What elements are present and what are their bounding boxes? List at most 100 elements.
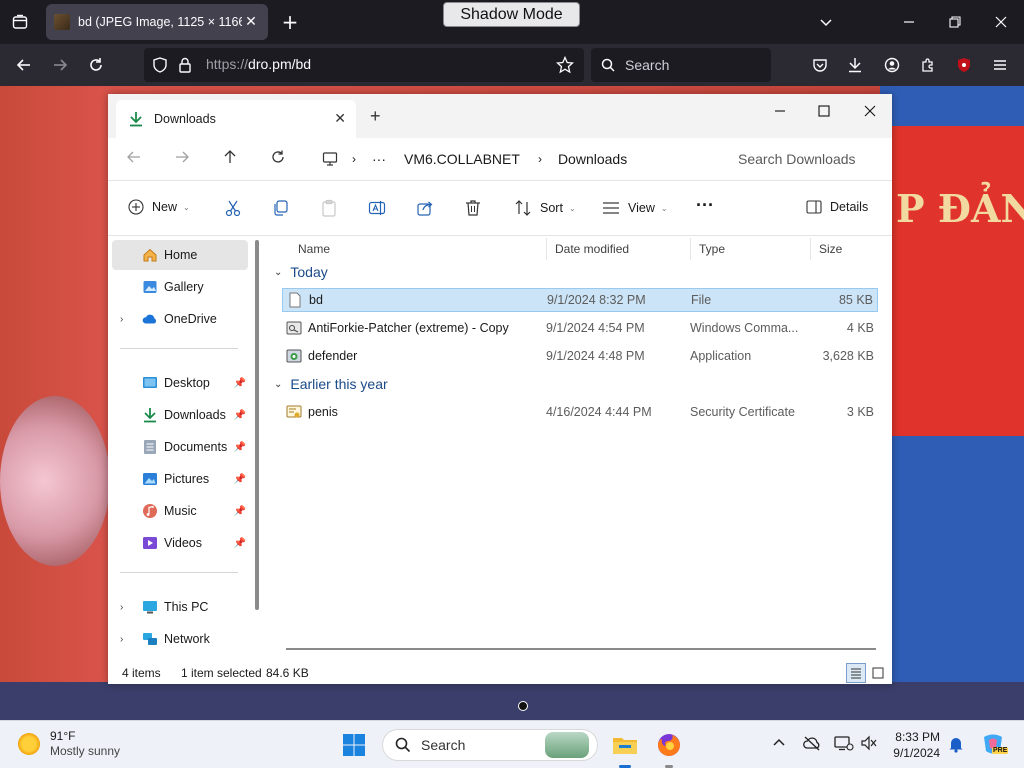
minimize-button[interactable] <box>897 10 921 34</box>
taskbar-search-input[interactable]: Search <box>382 729 598 761</box>
sidebar-item-music[interactable]: Music 📌 <box>118 496 248 526</box>
pin-icon[interactable]: 📌 <box>234 538 246 549</box>
sidebar-item-documents[interactable]: Documents 📌 <box>118 432 248 462</box>
breadcrumb-separator-icon[interactable]: › <box>538 152 542 166</box>
group-header-today[interactable]: ⌄ Today <box>274 264 328 280</box>
more-options-button[interactable]: ··· <box>696 195 714 216</box>
menu-button[interactable] <box>988 53 1012 77</box>
rename-button[interactable] <box>368 199 386 217</box>
browser-tab[interactable]: bd (JPEG Image, 1125 × 1166 pixels) ✕ <box>46 4 268 40</box>
breadcrumb-item-vm6[interactable]: VM6.COLLABNET <box>404 151 520 167</box>
horizontal-scrollbar[interactable] <box>286 648 876 650</box>
expand-chevron-icon[interactable]: › <box>120 314 123 325</box>
details-view-button[interactable] <box>846 663 866 683</box>
pin-icon[interactable]: 📌 <box>234 506 246 517</box>
network-tray-button[interactable] <box>834 735 854 754</box>
shield-icon[interactable] <box>152 57 168 73</box>
new-tab-button[interactable]: + <box>278 10 302 34</box>
group-header-earlier-this-year[interactable]: ⌄ Earlier this year <box>274 376 388 392</box>
search-icon <box>395 737 411 753</box>
pin-icon[interactable]: 📌 <box>234 410 246 421</box>
sort-button[interactable]: Sort ⌄ <box>514 199 576 217</box>
sidebar-item-pictures[interactable]: Pictures 📌 <box>118 464 248 494</box>
url-bar[interactable]: https://dro.pm/bd <box>144 48 584 82</box>
new-explorer-tab-button[interactable]: + <box>370 106 381 127</box>
show-hidden-icons-button[interactable] <box>772 735 786 752</box>
sidebar-item-network[interactable]: › Network <box>118 624 248 654</box>
browser-search-bar[interactable]: Search <box>591 48 771 82</box>
column-header-date-modified[interactable]: Date modified <box>546 238 629 260</box>
file-explorer-window: Downloads ✕ + › ··· VM6.COLLABNET › Down… <box>108 94 892 684</box>
explorer-refresh-button[interactable] <box>270 149 286 170</box>
restore-button[interactable] <box>943 10 967 34</box>
file-row-antiforkie[interactable]: AntiForkie-Patcher (extreme) - Copy 9/1/… <box>282 316 878 340</box>
pin-icon[interactable]: 📌 <box>234 442 246 453</box>
new-button[interactable]: New ⌄ <box>128 199 190 215</box>
forward-button[interactable] <box>48 53 72 77</box>
share-button[interactable] <box>416 199 434 217</box>
sidebar-item-gallery[interactable]: Gallery <box>118 272 248 302</box>
ublock-button[interactable] <box>952 53 976 77</box>
taskbar-firefox[interactable] <box>655 731 683 768</box>
breadcrumb-separator-icon[interactable]: › <box>352 152 356 166</box>
sidebar-item-videos[interactable]: Videos 📌 <box>118 528 248 558</box>
clock-time: 8:33 PM <box>895 730 940 744</box>
explorer-forward-button[interactable] <box>174 149 190 170</box>
close-tab-icon[interactable]: ✕ <box>242 14 260 30</box>
sidebar-item-downloads[interactable]: Downloads 📌 <box>118 400 248 430</box>
pin-icon[interactable]: 📌 <box>234 378 246 389</box>
list-all-tabs-button[interactable] <box>8 10 32 34</box>
taskbar-file-explorer[interactable] <box>611 731 639 768</box>
file-row-bd[interactable]: bd 9/1/2024 8:32 PM File 85 KB <box>282 288 878 312</box>
column-header-type[interactable]: Type <box>690 238 725 260</box>
back-button[interactable] <box>12 53 36 77</box>
file-row-defender[interactable]: defender 9/1/2024 4:48 PM Application 3,… <box>282 344 878 368</box>
start-button[interactable] <box>342 733 366 760</box>
notifications-button[interactable] <box>948 735 964 756</box>
system-clock[interactable]: 8:33 PM 9/1/2024 <box>882 729 940 761</box>
pin-icon[interactable]: 📌 <box>234 474 246 485</box>
sidebar-item-desktop[interactable]: Desktop 📌 <box>118 368 248 398</box>
pocket-button[interactable] <box>808 53 832 77</box>
cut-button[interactable] <box>224 199 242 217</box>
sidebar-scrollbar[interactable] <box>255 240 259 610</box>
paste-button[interactable] <box>320 199 338 217</box>
monitor-icon[interactable] <box>322 151 338 167</box>
onedrive-tray-button[interactable] <box>802 735 822 754</box>
explorer-tab[interactable]: Downloads ✕ <box>116 100 356 138</box>
explorer-search-input[interactable]: Search Downloads <box>724 142 886 176</box>
sidebar-item-onedrive[interactable]: › OneDrive <box>118 304 248 334</box>
bookmark-star-icon[interactable] <box>556 56 574 74</box>
delete-button[interactable] <box>464 199 482 217</box>
account-button[interactable] <box>880 53 904 77</box>
breadcrumb-item-downloads[interactable]: Downloads <box>558 151 627 167</box>
tiles-view-button[interactable] <box>870 665 886 681</box>
close-window-button[interactable] <box>989 10 1013 34</box>
reload-button[interactable] <box>84 53 108 77</box>
lock-icon[interactable] <box>178 57 192 73</box>
sidebar-item-this-pc[interactable]: › This PC <box>118 592 248 622</box>
copilot-button[interactable]: PRE <box>980 731 1009 757</box>
sidebar-item-home[interactable]: Home <box>112 240 248 270</box>
view-button[interactable]: View ⌄ <box>602 199 668 217</box>
expand-chevron-icon[interactable]: › <box>120 634 123 645</box>
breadcrumb-overflow[interactable]: ··· <box>372 151 386 167</box>
tab-overflow-chevron-icon[interactable] <box>814 10 838 34</box>
expand-chevron-icon[interactable]: › <box>120 602 123 613</box>
extensions-button[interactable] <box>916 53 940 77</box>
explorer-up-button[interactable] <box>222 149 238 170</box>
column-header-size[interactable]: Size <box>810 238 890 260</box>
file-type: Windows Comma... <box>690 321 799 335</box>
explorer-minimize-button[interactable] <box>760 98 800 124</box>
explorer-maximize-button[interactable] <box>804 98 844 124</box>
copy-button[interactable] <box>272 199 290 217</box>
column-header-name[interactable]: Name <box>298 238 330 260</box>
downloads-button[interactable] <box>843 53 867 77</box>
weather-widget[interactable]: 91°F Mostly sunny <box>18 729 120 759</box>
details-pane-button[interactable]: Details <box>806 199 868 215</box>
explorer-close-button[interactable] <box>850 98 890 124</box>
explorer-back-button[interactable] <box>126 149 142 170</box>
close-explorer-tab-icon[interactable]: ✕ <box>334 110 346 127</box>
volume-tray-button[interactable] <box>860 735 878 754</box>
file-row-penis[interactable]: penis 4/16/2024 4:44 PM Security Certifi… <box>282 400 878 424</box>
